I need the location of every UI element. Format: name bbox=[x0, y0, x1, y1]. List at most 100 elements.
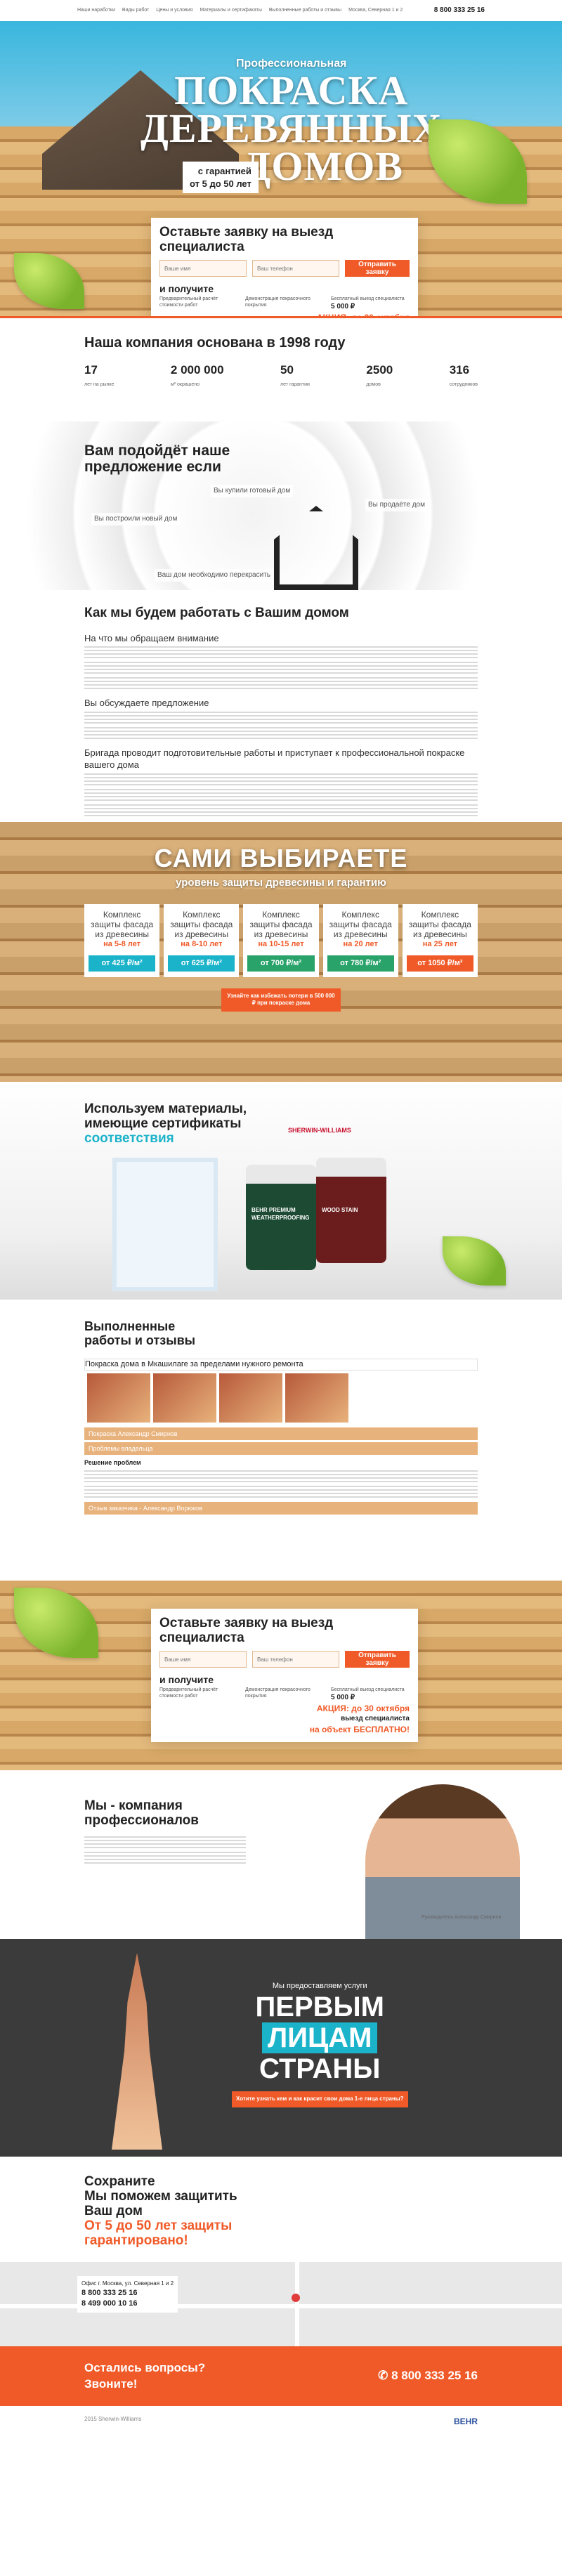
text-block bbox=[84, 773, 478, 787]
first-pretitle: Мы предоставляем услуги bbox=[272, 1982, 367, 1990]
submit-button[interactable]: Отправить заявку bbox=[345, 260, 410, 277]
map-pin-icon[interactable] bbox=[292, 2294, 300, 2302]
kremlin-tower-image bbox=[112, 1953, 162, 2150]
package-years: на 10-15 лет bbox=[258, 939, 304, 948]
text-block bbox=[84, 677, 478, 692]
hero: Профессиональная ПОКРАСКА ДЕРЕВЯННЫХ ДОМ… bbox=[0, 21, 562, 316]
package-years: на 20 лет bbox=[343, 939, 378, 948]
map[interactable]: Офис г. Москва, ул. Северная 1 и 2 8 800… bbox=[0, 2262, 562, 2346]
works-section: Выполненные работы и отзывы Покраска дома… bbox=[0, 1300, 562, 1581]
house-icon bbox=[274, 506, 358, 590]
nav-phone[interactable]: 8 800 333 25 16 bbox=[434, 6, 485, 15]
works-title-1: Выполненные bbox=[84, 1319, 176, 1333]
founded-section: Наша компания основана в 1998 году 17 лет… bbox=[0, 316, 562, 421]
phone-input[interactable] bbox=[252, 260, 339, 277]
first-line-3: СТРАНЫ bbox=[259, 2053, 381, 2084]
text-block bbox=[84, 1486, 478, 1501]
map-phone[interactable]: 8 499 000 10 16 bbox=[81, 2299, 174, 2309]
text-block bbox=[84, 1852, 246, 1866]
save-title-4: От 5 до 50 лет защиты bbox=[84, 2218, 233, 2233]
stat: 17 лет на рынке bbox=[84, 362, 114, 389]
accordion-heading: Решение проблем bbox=[84, 1459, 141, 1467]
package-title: Комплекс защиты фасада из древесины bbox=[249, 909, 313, 939]
text-block bbox=[84, 788, 478, 803]
stat: 316 сотрудников bbox=[450, 362, 478, 389]
option-label: Вы построили новый дом bbox=[91, 513, 181, 525]
request-section-2: Оставьте заявку на выездспециалиста Отпр… bbox=[0, 1581, 562, 1770]
package-years: на 8-10 лет bbox=[181, 939, 223, 948]
stat-label: лет гарантии bbox=[280, 381, 310, 387]
work-item-bar[interactable]: Покраска дома в Мкашилаге за пределами н… bbox=[84, 1359, 478, 1371]
text-block bbox=[84, 646, 478, 661]
package-card[interactable]: Комплекс защиты фасада из древесины на 25… bbox=[402, 903, 478, 977]
accordion-item[interactable]: Проблемы владельца bbox=[84, 1441, 478, 1456]
save-title-2: Мы поможем защитить bbox=[84, 2189, 237, 2204]
first-line-1: ПЕРВЫМ bbox=[255, 1991, 384, 2022]
guarantee-badge: с гарантией от 5 до 50 лет bbox=[183, 162, 259, 194]
work-photo[interactable] bbox=[87, 1373, 150, 1423]
stat-value: 316 bbox=[449, 363, 470, 377]
certificate-image[interactable] bbox=[112, 1158, 218, 1291]
package-price: от 425 ₽/м² bbox=[89, 955, 156, 972]
get-label: и получите bbox=[159, 1674, 214, 1685]
name-input[interactable] bbox=[159, 260, 247, 277]
contact-phone[interactable]: ✆ 8 800 333 25 16 bbox=[378, 2368, 478, 2384]
nav-link[interactable]: Выполненные работы и отзывы bbox=[269, 7, 341, 13]
founded-title: Наша компания основана в 1998 году bbox=[84, 335, 346, 351]
package-card[interactable]: Комплекс защиты фасада из древесины на 10… bbox=[243, 903, 319, 977]
nav-link[interactable]: Виды работ bbox=[122, 7, 149, 13]
work-photo[interactable] bbox=[153, 1373, 216, 1423]
nav-link[interactable]: Материалы и сертификаты bbox=[200, 7, 261, 13]
work-photo[interactable] bbox=[285, 1373, 348, 1423]
choose-subtitle: уровень защиты древесины и гарантию bbox=[176, 876, 386, 889]
phone-input[interactable] bbox=[252, 1651, 339, 1668]
package-card[interactable]: Комплекс защиты фасада из древесины на 20… bbox=[322, 903, 398, 977]
package-years: на 5-8 лет bbox=[103, 939, 141, 948]
package-card[interactable]: Комплекс защиты фасада из древесины на 8-… bbox=[164, 903, 240, 977]
text-block bbox=[84, 1836, 246, 1850]
contact-question-2: Звоните! bbox=[84, 2376, 138, 2391]
accordion-item[interactable]: Покраска Александр Смирнов bbox=[84, 1427, 478, 1440]
works-title-2: работы и отзывы bbox=[84, 1333, 196, 1347]
package-title: Комплекс защиты фасада из древесины bbox=[329, 909, 392, 939]
package-years: на 25 лет bbox=[422, 939, 458, 948]
promo-line: выезд специалиста bbox=[341, 1715, 410, 1723]
save-title-5: гарантировано! bbox=[84, 2233, 188, 2248]
map-phone[interactable]: 8 800 333 25 16 bbox=[81, 2288, 174, 2299]
benefit-item: Демонстрация покрасочного покрытия bbox=[245, 296, 311, 308]
request-form: Оставьте заявку на выездспециалиста Отпр… bbox=[151, 218, 418, 316]
certs-title-3: соответствия bbox=[84, 1131, 174, 1146]
brand-logo: BEHR bbox=[453, 2417, 478, 2426]
stat-label: домов bbox=[366, 381, 381, 387]
map-address: Офис г. Москва, ул. Северная 1 и 2 bbox=[81, 2280, 174, 2287]
submit-button[interactable]: Отправить заявку bbox=[345, 1651, 410, 1668]
pros-title-2: профессионалов bbox=[84, 1813, 199, 1828]
promo-line: на объект БЕСПЛАТНО! bbox=[309, 1724, 410, 1734]
step-title: Вы обсуждаете предложение bbox=[84, 698, 209, 709]
package-card[interactable]: Комплекс защиты фасада из древесины на 5-… bbox=[84, 903, 160, 977]
stat-value: 17 bbox=[84, 363, 98, 377]
form-title-2: специалиста bbox=[159, 240, 244, 254]
nav-link[interactable]: Наши наработки bbox=[77, 7, 115, 13]
work-photo[interactable] bbox=[219, 1373, 282, 1423]
stat-label: сотрудников bbox=[449, 381, 478, 387]
stat: 2 000 000 м² окрашено bbox=[171, 362, 224, 389]
save-section: Сохраните Мы поможем защитить Ваш дом От 5 … bbox=[0, 2157, 562, 2262]
accordion-item[interactable]: Отзыв заказчика - Александр Ворюков bbox=[84, 1502, 478, 1515]
contact-bar: Остались вопросы? Звоните! ✆ 8 800 333 25… bbox=[0, 2346, 562, 2406]
work-section: Как мы будем работать с Вашим домом На ч… bbox=[0, 590, 562, 822]
package-title: Комплекс защиты фасада из древесины bbox=[408, 909, 471, 939]
loss-cta-button[interactable]: Узнайте как избежать потери в 500 000 ₽ … bbox=[221, 988, 341, 1012]
guarantee-years: от 5 до 50 лет bbox=[190, 178, 251, 189]
nav-link[interactable]: Цены и условия bbox=[156, 7, 192, 13]
package-price: от 700 ₽/м² bbox=[247, 955, 315, 972]
can-label: WOOD STAIN bbox=[322, 1207, 358, 1213]
text-block bbox=[84, 726, 478, 741]
stat-value: 2 000 000 bbox=[170, 363, 224, 377]
request-form: Оставьте заявку на выездспециалиста Отпр… bbox=[151, 1609, 418, 1742]
name-input[interactable] bbox=[159, 1651, 247, 1668]
option-label: Вы купили готовый дом bbox=[211, 485, 294, 497]
package-title: Комплекс защиты фасада из древесины bbox=[170, 909, 233, 939]
first-cta-button[interactable]: Хотите узнать кем и как красит свои дома… bbox=[232, 2091, 408, 2107]
first-line-2: ЛИЦАМ bbox=[262, 2022, 378, 2053]
